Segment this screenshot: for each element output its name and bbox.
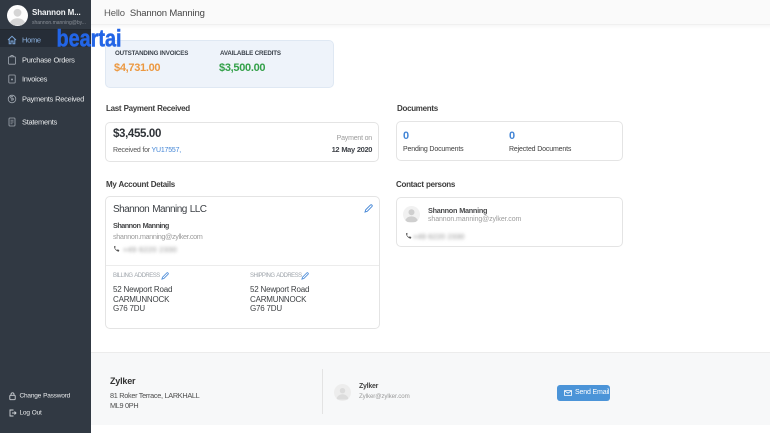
svg-text:beartai: beartai — [57, 25, 122, 50]
